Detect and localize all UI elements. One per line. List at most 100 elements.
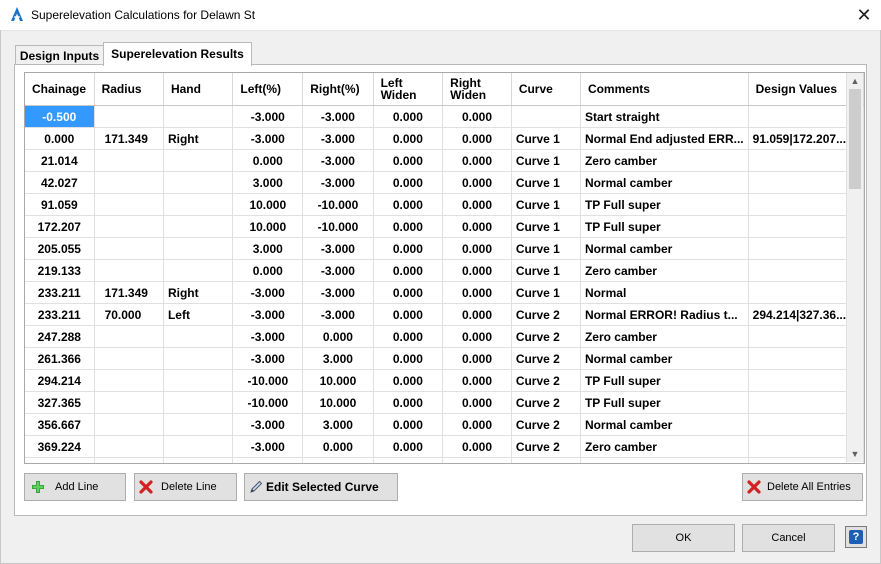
column-header-radius[interactable]: Radius: [94, 73, 164, 106]
cell-chainage[interactable]: 0.000: [25, 127, 95, 150]
cell-left-pct[interactable]: -3.000: [232, 413, 304, 436]
table-row[interactable]: 247.288 -3.000 0.000 0.000 0.000 Curve 2 Zero …: [25, 325, 864, 348]
cell-comments[interactable]: Zero camber: [580, 259, 749, 282]
cell-right-widen[interactable]: 0.000: [442, 281, 512, 304]
cell-curve[interactable]: Curve 2: [511, 435, 581, 458]
cell-right-widen[interactable]: 0.000: [442, 369, 512, 392]
scroll-up-arrow-icon[interactable]: ▲: [847, 73, 863, 89]
results-grid[interactable]: Chainage Radius Hand Left(%) Right(%) Le…: [24, 72, 865, 464]
column-header-curve[interactable]: Curve: [511, 73, 581, 106]
cell-chainage[interactable]: 172.207: [25, 215, 95, 238]
cell-left-pct[interactable]: -3.000: [232, 127, 304, 150]
cell-curve[interactable]: Curve 1: [511, 281, 581, 304]
cell-left-widen[interactable]: 0.000: [373, 281, 444, 304]
cell-chainage[interactable]: 91.059: [25, 193, 95, 216]
cell-curve[interactable]: Curve 2: [511, 347, 581, 370]
cell-right-pct[interactable]: 3.000: [302, 347, 374, 370]
cell-chainage[interactable]: 233.211: [25, 281, 95, 304]
cell-hand[interactable]: [163, 259, 234, 282]
cell-radius[interactable]: [94, 237, 164, 260]
cell-left-pct[interactable]: 0.000: [232, 149, 304, 172]
cell-chainage[interactable]: 369.224: [25, 435, 95, 458]
cell-left-pct[interactable]: 10.000: [232, 193, 304, 216]
cell-right-pct[interactable]: -3.000: [302, 237, 374, 260]
cancel-button[interactable]: Cancel: [742, 524, 835, 552]
cell-comments[interactable]: Normal: [580, 281, 749, 304]
cell-hand[interactable]: [163, 391, 234, 414]
cell-curve[interactable]: Curve 1: [511, 149, 581, 172]
cell-left-widen[interactable]: 0.000: [373, 193, 444, 216]
table-row[interactable]: 327.365 -10.000 10.000 0.000 0.000 Curve 2 TP …: [25, 391, 864, 414]
cell-hand[interactable]: [163, 171, 234, 194]
cell-comments[interactable]: TP Full super: [580, 215, 749, 238]
cell-radius[interactable]: [94, 259, 164, 282]
cell-radius[interactable]: [94, 391, 164, 414]
cell-hand[interactable]: [163, 347, 234, 370]
edit-selected-curve-button[interactable]: Edit Selected Curve: [244, 473, 398, 501]
cell-hand[interactable]: Right: [163, 281, 234, 304]
table-row[interactable]: 205.055 3.000 -3.000 0.000 0.000 Curve 1 Norma…: [25, 237, 864, 260]
cell-radius[interactable]: [94, 369, 164, 392]
cell-left-pct[interactable]: -3.000: [232, 435, 304, 458]
cell-comments[interactable]: Normal camber: [580, 413, 749, 436]
cell-comments[interactable]: TP Full super: [580, 193, 749, 216]
cell-comments[interactable]: Normal End adjusted ERR...: [580, 127, 749, 150]
cell-hand[interactable]: [163, 325, 234, 348]
cell-hand[interactable]: [163, 237, 234, 260]
column-header-right-widen[interactable]: Right Widen: [442, 73, 512, 106]
table-row[interactable]: 21.014 0.000 -3.000 0.000 0.000 Curve 1 Zero c…: [25, 149, 864, 172]
cell-right-widen[interactable]: 0.000: [442, 237, 512, 260]
cell-hand[interactable]: [163, 369, 234, 392]
cell-right-pct[interactable]: -10.000: [302, 193, 374, 216]
cell-radius[interactable]: [94, 325, 164, 348]
table-row[interactable]: 42.027 3.000 -3.000 0.000 0.000 Curve 1 Normal…: [25, 171, 864, 194]
cell-curve[interactable]: Curve 1: [511, 127, 581, 150]
table-row[interactable]: 261.366 -3.000 3.000 0.000 0.000 Curve 2 Norma…: [25, 347, 864, 370]
cell-comments[interactable]: Zero camber: [580, 325, 749, 348]
help-button[interactable]: ?: [845, 526, 867, 548]
cell-left-pct[interactable]: 3.000: [232, 171, 304, 194]
cell-right-pct[interactable]: -3.000: [302, 127, 374, 150]
cell-chainage[interactable]: 247.288: [25, 325, 95, 348]
cell-left-pct[interactable]: -3.000: [232, 303, 304, 326]
cell-left-widen[interactable]: 0.000: [373, 391, 444, 414]
tab-design-inputs[interactable]: Design Inputs: [15, 45, 104, 66]
cell-comments[interactable]: Zero camber: [580, 149, 749, 172]
cell-left-widen[interactable]: 0.000: [373, 215, 444, 238]
column-header-hand[interactable]: Hand: [163, 73, 234, 106]
cell-curve[interactable]: Curve 1: [511, 259, 581, 282]
cell-right-widen[interactable]: 0.000: [442, 303, 512, 326]
cell-left-pct[interactable]: -3.000: [232, 281, 304, 304]
cell-left-widen[interactable]: 0.000: [373, 127, 444, 150]
cell-curve[interactable]: Curve 1: [511, 215, 581, 238]
cell-left-widen[interactable]: 0.000: [373, 347, 444, 370]
cell-hand[interactable]: Left: [163, 303, 234, 326]
cell-radius[interactable]: 171.349: [94, 127, 164, 150]
cell-left-pct[interactable]: -3.000: [232, 325, 304, 348]
cell-radius[interactable]: [94, 149, 164, 172]
cell-right-pct[interactable]: -3.000: [302, 149, 374, 172]
table-row[interactable]: 233.211 70.000 Left -3.000 -3.000 0.000 0.000 C…: [25, 303, 864, 326]
cell-comments[interactable]: TP Full super: [580, 391, 749, 414]
cell-left-pct[interactable]: 0.000: [232, 259, 304, 282]
cell-chainage[interactable]: 21.014: [25, 149, 95, 172]
cell-right-widen[interactable]: 0.000: [442, 325, 512, 348]
cell-left-pct[interactable]: -10.000: [232, 391, 304, 414]
cell-right-widen[interactable]: 0.000: [442, 435, 512, 458]
cell-right-widen[interactable]: 0.000: [442, 171, 512, 194]
cell-curve[interactable]: Curve 1: [511, 237, 581, 260]
cell-left-pct[interactable]: 10.000: [232, 215, 304, 238]
cell-hand[interactable]: [163, 149, 234, 172]
cell-comments[interactable]: TP Full super: [580, 369, 749, 392]
scroll-down-arrow-icon[interactable]: ▼: [847, 446, 863, 462]
vertical-scrollbar[interactable]: ▲ ▼: [846, 73, 863, 462]
table-row[interactable]: 91.059 10.000 -10.000 0.000 0.000 Curve 1 TP F…: [25, 193, 864, 216]
cell-chainage[interactable]: 42.027: [25, 171, 95, 194]
cell-right-pct[interactable]: -3.000: [302, 105, 374, 128]
cell-right-pct[interactable]: -3.000: [302, 303, 374, 326]
cell-left-pct[interactable]: 3.000: [232, 237, 304, 260]
cell-right-widen[interactable]: 0.000: [442, 391, 512, 414]
table-row[interactable]: 369.224 -3.000 0.000 0.000 0.000 Curve 2 Zero …: [25, 435, 864, 458]
cell-left-widen[interactable]: 0.000: [373, 171, 444, 194]
delete-all-entries-button[interactable]: Delete All Entries: [742, 473, 863, 501]
